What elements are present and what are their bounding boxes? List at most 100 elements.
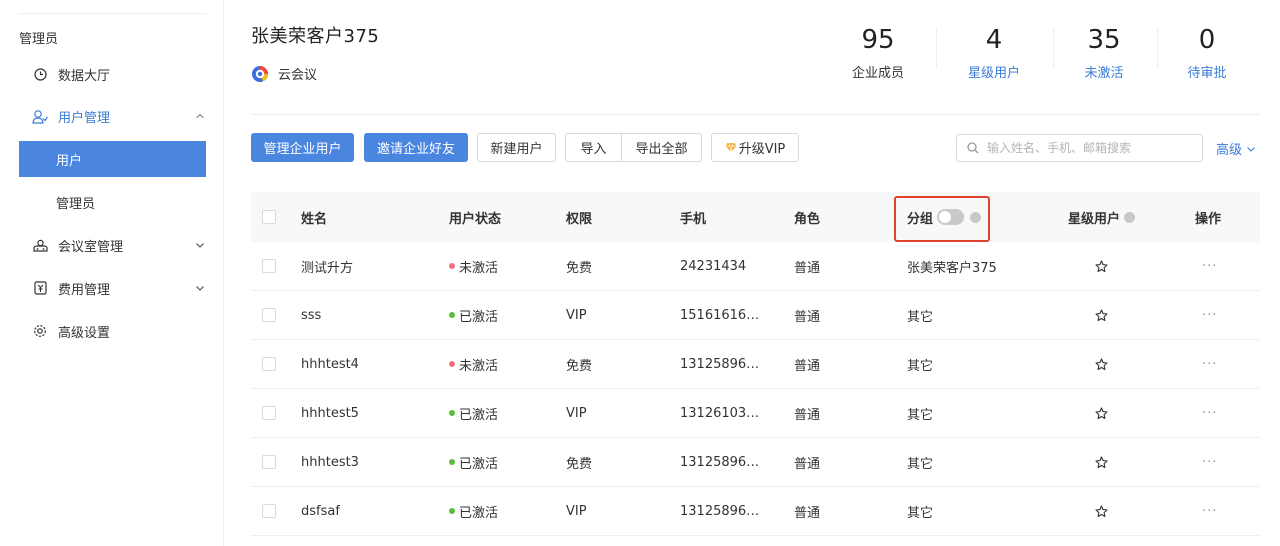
group-header-label: 分组 <box>907 211 934 227</box>
table-row[interactable]: 测试升方 未激活 免费 24231434 普通 张美荣客户375 ··· <box>251 242 1260 291</box>
search-input[interactable] <box>987 141 1187 155</box>
row-checkbox[interactable] <box>262 455 276 469</box>
group-toggle[interactable] <box>937 209 965 225</box>
table-row[interactable]: hhhtest3 已激活 免费 13125896… 普通 其它 ··· <box>251 438 1260 487</box>
column-header-permission[interactable]: 权限 <box>566 192 592 242</box>
star-icon[interactable] <box>1095 455 1108 469</box>
star-icon[interactable] <box>1095 406 1108 420</box>
stat-label: 未激活 <box>1084 66 1124 81</box>
cell-role: 普通 <box>794 505 821 521</box>
column-header-name[interactable]: 姓名 <box>301 192 327 242</box>
stat-members[interactable]: 95 企业成员 <box>838 22 918 81</box>
cloud-meeting-logo-icon <box>252 65 268 82</box>
search-icon <box>967 142 979 154</box>
toggle-knob <box>939 211 952 223</box>
sidebar-item-admins[interactable]: 管理员 <box>19 184 206 220</box>
row-more-button[interactable]: ··· <box>1202 242 1217 290</box>
row-more-button[interactable]: ··· <box>1202 487 1217 535</box>
search-box <box>956 134 1203 162</box>
new-user-button[interactable]: 新建用户 <box>477 133 556 162</box>
row-more-button[interactable]: ··· <box>1202 291 1217 339</box>
table-row[interactable]: hhhtest4 未激活 免费 13125896… 普通 其它 ··· <box>251 340 1260 389</box>
cell-star <box>1095 340 1108 388</box>
cell-name: hhhtest4 <box>301 356 359 372</box>
sidebar-section-title: 管理员 <box>19 32 59 47</box>
stat-label: 企业成员 <box>851 66 904 81</box>
sidebar-item-billing[interactable]: 费用管理 <box>0 270 224 306</box>
column-header-action: 操作 <box>1195 211 1222 227</box>
user-group-icon <box>32 108 48 124</box>
chevron-down-icon <box>196 243 204 248</box>
stat-divider <box>1053 28 1054 68</box>
cell-status: 未激活 <box>449 340 498 388</box>
info-icon[interactable] <box>1124 211 1136 223</box>
sidebar-item-user-management[interactable]: 用户管理 <box>0 98 224 134</box>
cell-status: 已激活 <box>449 487 498 535</box>
table-row[interactable]: hhhtest5 已激活 VIP 13126103… 普通 其它 ··· <box>251 389 1260 438</box>
row-checkbox[interactable] <box>262 406 276 420</box>
row-checkbox[interactable] <box>262 259 276 273</box>
sidebar-item-label: 用户管理 <box>58 110 111 126</box>
cell-name: hhhtest3 <box>301 454 359 470</box>
row-more-button[interactable]: ··· <box>1202 340 1217 388</box>
row-checkbox[interactable] <box>262 357 276 371</box>
info-icon[interactable] <box>970 211 982 223</box>
status-text: 已激活 <box>459 407 499 423</box>
upgrade-vip-button[interactable]: 升级VIP <box>711 133 799 162</box>
sidebar-item-advanced-settings[interactable]: 高级设置 <box>0 313 224 349</box>
star-icon[interactable] <box>1095 504 1108 518</box>
stat-value: 0 <box>1198 25 1216 55</box>
row-more-button[interactable]: ··· <box>1202 438 1217 486</box>
sidebar-item-meeting-rooms[interactable]: 会议室管理 <box>0 227 224 263</box>
column-header-status[interactable]: 用户状态 <box>449 192 501 242</box>
advanced-label: 高级 <box>1216 143 1243 158</box>
star-icon[interactable] <box>1095 259 1108 273</box>
sidebar-item-users[interactable]: 用户 <box>19 141 206 177</box>
sidebar-item-label: 管理员 <box>56 196 96 212</box>
cell-phone: 13125896… <box>680 503 760 519</box>
cell-status: 已激活 <box>449 438 498 486</box>
stat-value: 95 <box>861 25 895 55</box>
stat-value: 4 <box>985 25 1003 55</box>
cell-status: 已激活 <box>449 389 498 437</box>
sidebar-item-dashboard[interactable]: 数据大厅 <box>0 56 224 92</box>
stat-inactive[interactable]: 35 未激活 <box>1064 22 1144 81</box>
cell-group: 其它 <box>907 309 934 325</box>
stat-label: 星级用户 <box>967 66 1020 81</box>
cell-status: 未激活 <box>449 242 498 290</box>
cell-star <box>1095 291 1108 339</box>
sidebar-item-label: 数据大厅 <box>58 68 111 84</box>
header-divider <box>251 114 1260 115</box>
row-checkbox[interactable] <box>262 308 276 322</box>
manage-users-button[interactable]: 管理企业用户 <box>251 133 354 162</box>
cell-permission: VIP <box>566 405 587 421</box>
table-row[interactable]: sss 已激活 VIP 15161616… 普通 其它 ··· <box>251 291 1260 340</box>
stat-pending[interactable]: 0 待审批 <box>1167 22 1247 81</box>
cell-permission: 免费 <box>566 358 593 374</box>
import-button[interactable]: 导入 <box>566 134 621 161</box>
invite-friends-button[interactable]: 邀请企业好友 <box>364 133 468 162</box>
select-all-checkbox[interactable] <box>262 210 276 224</box>
export-all-button[interactable]: 导出全部 <box>622 134 701 161</box>
status-dot <box>449 508 455 514</box>
chevron-down-icon <box>196 286 204 291</box>
row-checkbox[interactable] <box>262 504 276 518</box>
status-dot <box>449 263 455 269</box>
advanced-search-toggle[interactable]: 高级 <box>1216 139 1256 158</box>
table-row[interactable]: dsfsaf 已激活 VIP 13125896… 普通 其它 ··· <box>251 487 1260 536</box>
row-select-cell <box>262 340 276 388</box>
star-icon[interactable] <box>1095 357 1108 371</box>
cell-name: dsfsaf <box>301 503 340 519</box>
cell-role: 普通 <box>794 260 821 276</box>
upgrade-vip-label: 升级VIP <box>738 142 786 157</box>
cell-star <box>1095 389 1108 437</box>
column-header-phone[interactable]: 手机 <box>680 192 706 242</box>
column-header-role[interactable]: 角色 <box>794 192 820 242</box>
row-more-button[interactable]: ··· <box>1202 389 1217 437</box>
stat-value: 35 <box>1087 25 1121 55</box>
star-icon[interactable] <box>1095 308 1108 322</box>
column-header-star: 星级用户 <box>1068 192 1136 242</box>
star-header-label: 星级用户 <box>1068 211 1121 227</box>
stat-star-users[interactable]: 4 星级用户 <box>954 22 1034 81</box>
status-text: 未激活 <box>459 358 499 374</box>
